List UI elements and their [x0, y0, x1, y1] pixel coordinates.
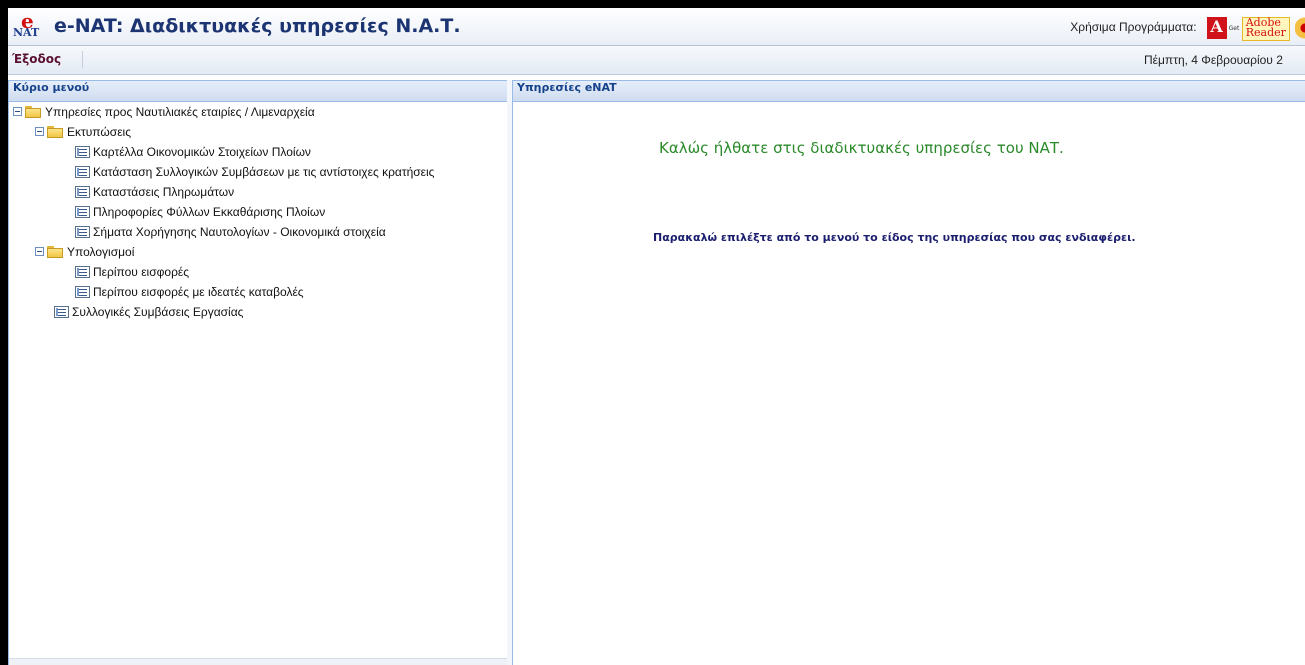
- tree-leaf-label: Πληροφορίες Φύλλων Εκκαθάρισης Πλοίων: [93, 205, 326, 219]
- tree-leaf-label: Περίπου εισφορές: [93, 265, 190, 279]
- tree-node-printouts[interactable]: Εκτυπώσεις: [9, 125, 507, 145]
- tree-node-calculations[interactable]: Υπολογισμοί: [9, 245, 507, 265]
- tree-leaf-label: Κατάσταση Συλλογικών Συμβάσεων με τις αν…: [93, 165, 435, 179]
- folder-open-icon: [47, 245, 64, 258]
- logo-nat: NAT: [13, 26, 40, 39]
- reader-line2: Reader: [1245, 26, 1286, 39]
- app-title: e-NAT: Διαδικτυακές υπηρεσίες Ν.Α.Τ.: [54, 15, 461, 37]
- document-icon: [75, 285, 90, 298]
- app-header: e NAT e-NAT: Διαδικτυακές υπηρεσίες Ν.Α.…: [8, 8, 1305, 46]
- document-icon: [75, 145, 90, 158]
- toolbar-separator: [82, 51, 83, 68]
- exit-link[interactable]: Έξοδος: [12, 52, 61, 66]
- application-window: e NAT e-NAT: Διαδικτυακές υπηρεσίες Ν.Α.…: [8, 8, 1305, 665]
- tree-leaf-label: Σήματα Χορήγησης Ναυτολογίων - Οικονομικ…: [93, 225, 386, 239]
- adobe-get-label: Get: [1228, 25, 1240, 32]
- main-menu-title: Κύριο μενού: [9, 81, 507, 102]
- tree-leaf-approx-contributions-ideal[interactable]: Περίπου εισφορές με ιδεατές καταβολές: [9, 285, 507, 305]
- document-icon: [75, 225, 90, 238]
- welcome-message: Καλώς ήλθατε στις διαδικτυακές υπηρεσίες…: [659, 139, 1064, 157]
- tree-leaf-logbook-signals[interactable]: Σήματα Χορήγησης Ναυτολογίων - Οικονομικ…: [9, 225, 507, 245]
- enat-services-title: Υπηρεσίες eNAT: [513, 81, 1305, 102]
- tree-leaf-labour-agreements[interactable]: Συλλογικές Συμβάσεις Εργασίας: [9, 305, 507, 325]
- document-icon: [75, 265, 90, 278]
- tree-leaf-agreements-status[interactable]: Κατάσταση Συλλογικών Συμβάσεων με τις αν…: [9, 165, 507, 185]
- tree-node-services[interactable]: Υπηρεσίες προς Ναυτιλιακές εταιρίες / Λι…: [9, 105, 507, 125]
- tree-leaf-label: Περίπου εισφορές με ιδεατές καταβολές: [93, 285, 304, 299]
- main-menu-panel: Κύριο μενού Υπηρεσίες προς Ναυτιλιακές ε…: [8, 80, 508, 665]
- useful-programs: Χρήσιμα Προγράμματα: A Get Adobe Reader: [1070, 17, 1305, 41]
- tree-node-label: Υπηρεσίες προς Ναυτιλιακές εταιρίες / Λι…: [45, 105, 315, 119]
- adobe-glyph: A: [1206, 17, 1227, 39]
- tree-leaf-label: Συλλογικές Συμβάσεις Εργασίας: [72, 305, 244, 319]
- tree-leaf-label: Καταστάσεις Πληρωμάτων: [93, 185, 235, 199]
- instruction-message: Παρακαλώ επιλέξτε από το μενού το είδος …: [653, 231, 1136, 244]
- program-icon[interactable]: [1295, 17, 1305, 39]
- collapse-icon[interactable]: [13, 107, 22, 117]
- document-icon: [54, 305, 69, 318]
- document-icon: [75, 165, 90, 178]
- tree-node-label: Εκτυπώσεις: [67, 125, 131, 139]
- collapse-icon[interactable]: [35, 127, 44, 137]
- enat-services-panel: Υπηρεσίες eNAT Καλώς ήλθατε στις διαδικτ…: [512, 80, 1305, 665]
- tree-leaf-label: Καρτέλλα Οικονομικών Στοιχείων Πλοίων: [93, 145, 311, 159]
- tree-leaf-clearance-info[interactable]: Πληροφορίες Φύλλων Εκκαθάρισης Πλοίων: [9, 205, 507, 225]
- document-icon: [75, 185, 90, 198]
- tree-node-label: Υπολογισμοί: [67, 245, 135, 259]
- enat-logo: e NAT: [12, 9, 42, 41]
- useful-programs-label: Χρήσιμα Προγράμματα:: [1070, 20, 1197, 34]
- folder-open-icon: [47, 125, 64, 138]
- tree-leaf-crew-lists[interactable]: Καταστάσεις Πληρωμάτων: [9, 185, 507, 205]
- adobe-icon[interactable]: A Get: [1206, 17, 1239, 39]
- tree-leaf-ship-financial-card[interactable]: Καρτέλλα Οικονομικών Στοιχείων Πλοίων: [9, 145, 507, 165]
- collapse-icon[interactable]: [35, 247, 44, 257]
- folder-open-icon: [25, 105, 42, 118]
- horizontal-scrollbar[interactable]: [9, 658, 507, 665]
- adobe-reader-icon[interactable]: Adobe Reader: [1241, 17, 1290, 41]
- menu-tree: Υπηρεσίες προς Ναυτιλιακές εταιρίες / Λι…: [9, 102, 507, 325]
- menu-bar: Έξοδος Πέμπτη, 4 Φεβρουαρίου 2: [8, 46, 1305, 75]
- current-date: Πέμπτη, 4 Φεβρουαρίου 2: [1144, 53, 1283, 67]
- tree-leaf-approx-contributions[interactable]: Περίπου εισφορές: [9, 265, 507, 285]
- document-icon: [75, 205, 90, 218]
